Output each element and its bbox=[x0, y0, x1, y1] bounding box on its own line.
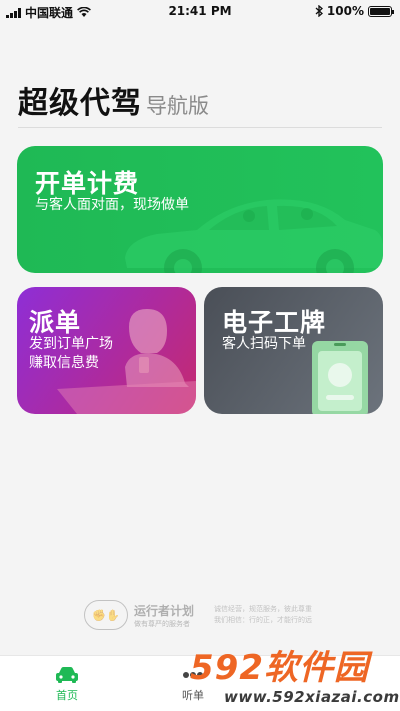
bluetooth-icon bbox=[315, 5, 323, 17]
tab-home[interactable]: 首页 bbox=[44, 656, 90, 711]
battery-percent: 100% bbox=[326, 4, 364, 18]
dispatch-card[interactable]: 派单 发到订单广场 赚取信息费 bbox=[17, 287, 196, 414]
id-badge-illustration bbox=[312, 341, 368, 414]
billing-title: 开单计费 bbox=[35, 169, 140, 198]
e-badge-card[interactable]: 电子工牌 客人扫码下单 bbox=[204, 287, 383, 414]
tab-home-label: 首页 bbox=[56, 688, 78, 702]
watermark-url: www.592xiazai.com bbox=[224, 688, 400, 706]
footer-logo-sub: 做有尊严的服务者 bbox=[134, 619, 190, 628]
billing-card[interactable]: 开单计费 与客人面对面，现场做单 bbox=[17, 146, 383, 273]
footer-logo-text: 运行者计划 bbox=[134, 603, 195, 618]
site-watermark: 592软件园 www.592xiazai.com bbox=[190, 636, 400, 711]
page-header: 超级代驾 导航版 bbox=[18, 78, 209, 122]
page-subtitle: 导航版 bbox=[146, 94, 209, 118]
billing-subtitle: 与客人面对面，现场做单 bbox=[35, 197, 189, 213]
footer-branding: ✊✋ 运行者计划 做有尊严的服务者 诚信经营，规范服务，彼此尊重 我们相信：行的… bbox=[84, 600, 312, 630]
header-divider bbox=[18, 127, 382, 128]
e-badge-title: 电子工牌 bbox=[222, 308, 327, 337]
status-bar: 中国联通 21:41 PM 100% bbox=[0, 0, 400, 22]
watermark-brand: 592软件园 bbox=[190, 648, 369, 688]
footer-motto-line-2: 我们相信：行的正，才能行的远 bbox=[214, 616, 313, 624]
operator-plan-logo-icon: ✊✋ bbox=[84, 600, 128, 630]
page-title: 超级代驾 bbox=[18, 86, 142, 121]
dispatch-title: 派单 bbox=[29, 308, 82, 337]
e-badge-subtitle: 客人扫码下单 bbox=[222, 336, 306, 352]
dispatch-subtitle-line-2: 赚取信息费 bbox=[29, 355, 99, 371]
footer-motto-line-1: 诚信经营，规范服务，彼此尊重 bbox=[214, 605, 313, 613]
car-icon bbox=[56, 666, 78, 683]
battery-icon bbox=[368, 5, 394, 17]
dispatch-subtitle-line-1: 发到订单广场 bbox=[29, 336, 113, 352]
